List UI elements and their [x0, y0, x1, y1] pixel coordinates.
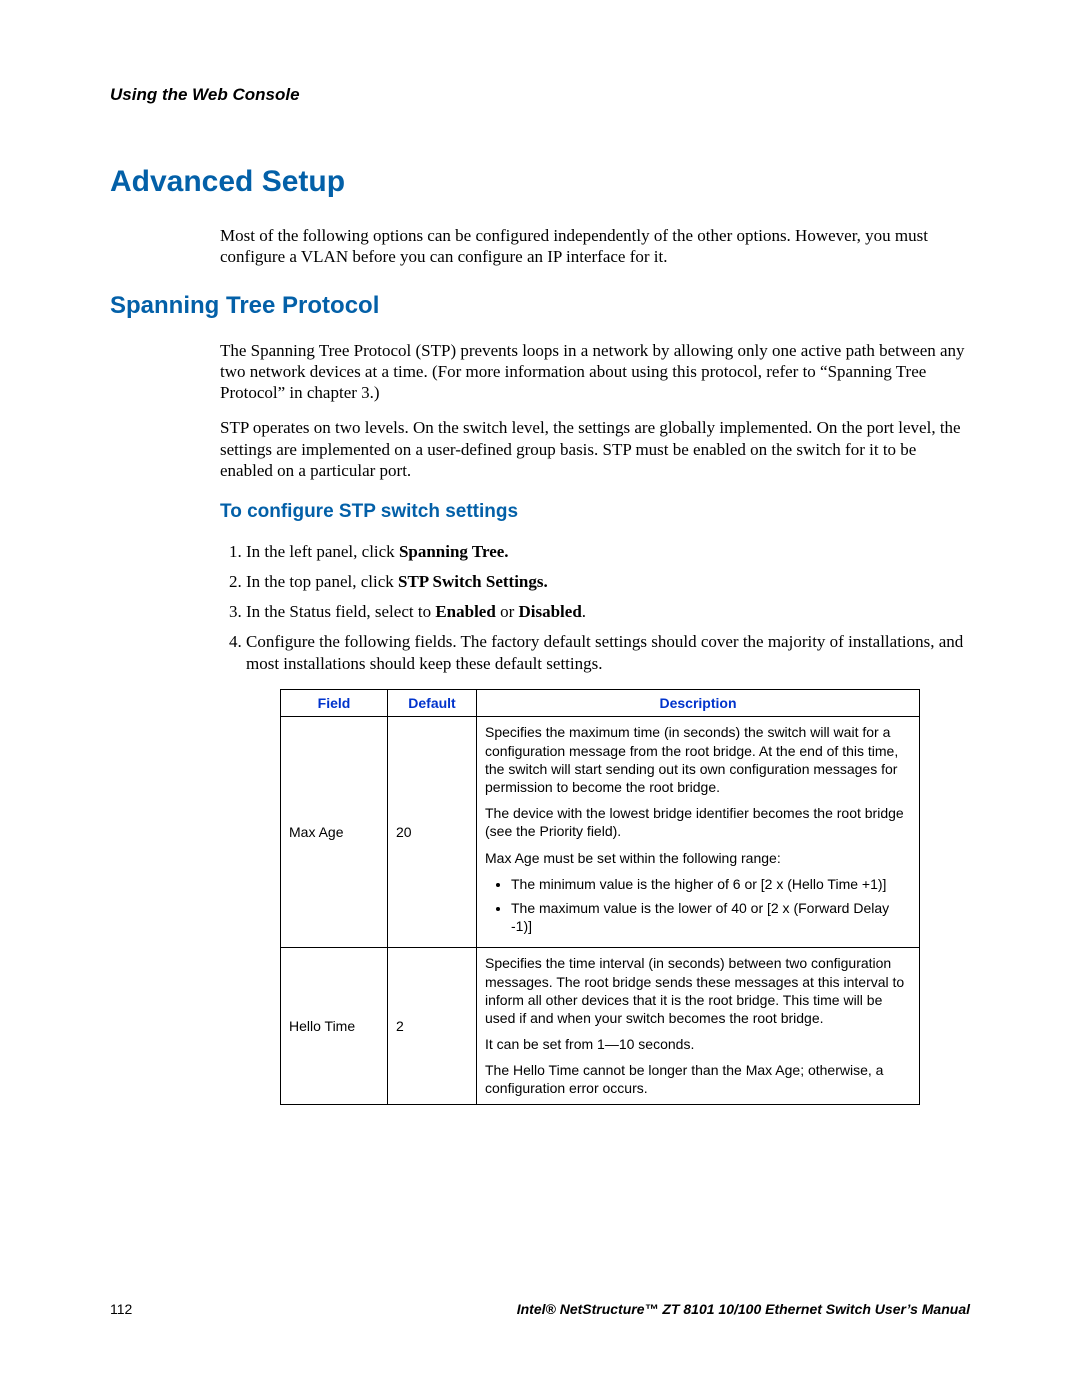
intro-paragraph: Most of the following options can be con… [220, 225, 970, 268]
desc-text: Max Age must be set within the following… [485, 849, 911, 867]
desc-text: The Hello Time cannot be longer than the… [485, 1061, 911, 1097]
desc-text: It can be set from 1—10 seconds. [485, 1035, 911, 1053]
table-row: Hello Time 2 Specifies the time interval… [281, 948, 920, 1104]
page-footer: 112 Intel® NetStructure™ ZT 8101 10/100 … [110, 1301, 970, 1317]
table-header-row: Field Default Description [281, 690, 920, 717]
step-2: In the top panel, click STP Switch Setti… [246, 571, 970, 593]
page-content: Using the Web Console Advanced Setup Mos… [0, 0, 1080, 1105]
col-header-default: Default [388, 690, 477, 717]
intro-block: Most of the following options can be con… [220, 225, 970, 268]
cell-field-hello-time: Hello Time [281, 948, 388, 1104]
heading-advanced-setup: Advanced Setup [110, 165, 970, 199]
desc-range-list: The minimum value is the higher of 6 or … [485, 875, 911, 936]
range-item: The maximum value is the lower of 40 or … [511, 899, 911, 935]
stp-block: The Spanning Tree Protocol (STP) prevent… [220, 340, 970, 1105]
bold-disabled: Disabled [518, 602, 581, 621]
desc-text: Specifies the maximum time (in seconds) … [485, 723, 911, 796]
fields-table: Field Default Description Max Age 20 Spe… [280, 689, 920, 1104]
heading-spanning-tree-protocol: Spanning Tree Protocol [110, 292, 970, 320]
page-number: 112 [110, 1301, 132, 1317]
table-row: Max Age 20 Specifies the maximum time (i… [281, 717, 920, 948]
step-3: In the Status field, select to Enabled o… [246, 601, 970, 623]
step-1: In the left panel, click Spanning Tree. [246, 541, 970, 563]
step-4: Configure the following fields. The fact… [246, 631, 970, 675]
bold-enabled: Enabled [435, 602, 495, 621]
desc-text: The device with the lowest bridge identi… [485, 804, 911, 840]
manual-title: Intel® NetStructure™ ZT 8101 10/100 Ethe… [517, 1301, 970, 1317]
heading-configure-stp-switch: To configure STP switch settings [220, 501, 970, 523]
cell-default-hello-time: 2 [388, 948, 477, 1104]
cell-field-max-age: Max Age [281, 717, 388, 948]
range-item: The minimum value is the higher of 6 or … [511, 875, 911, 893]
chapter-header: Using the Web Console [110, 85, 970, 105]
cell-default-max-age: 20 [388, 717, 477, 948]
bold-spanning-tree: Spanning Tree. [399, 542, 509, 561]
steps-list: In the left panel, click Spanning Tree. … [220, 541, 970, 675]
cell-desc-max-age: Specifies the maximum time (in seconds) … [477, 717, 920, 948]
stp-paragraph-1: The Spanning Tree Protocol (STP) prevent… [220, 340, 970, 404]
stp-paragraph-2: STP operates on two levels. On the switc… [220, 417, 970, 481]
desc-text: Specifies the time interval (in seconds)… [485, 954, 911, 1027]
bold-stp-switch-settings: STP Switch Settings. [398, 572, 548, 591]
col-header-field: Field [281, 690, 388, 717]
cell-desc-hello-time: Specifies the time interval (in seconds)… [477, 948, 920, 1104]
col-header-description: Description [477, 690, 920, 717]
